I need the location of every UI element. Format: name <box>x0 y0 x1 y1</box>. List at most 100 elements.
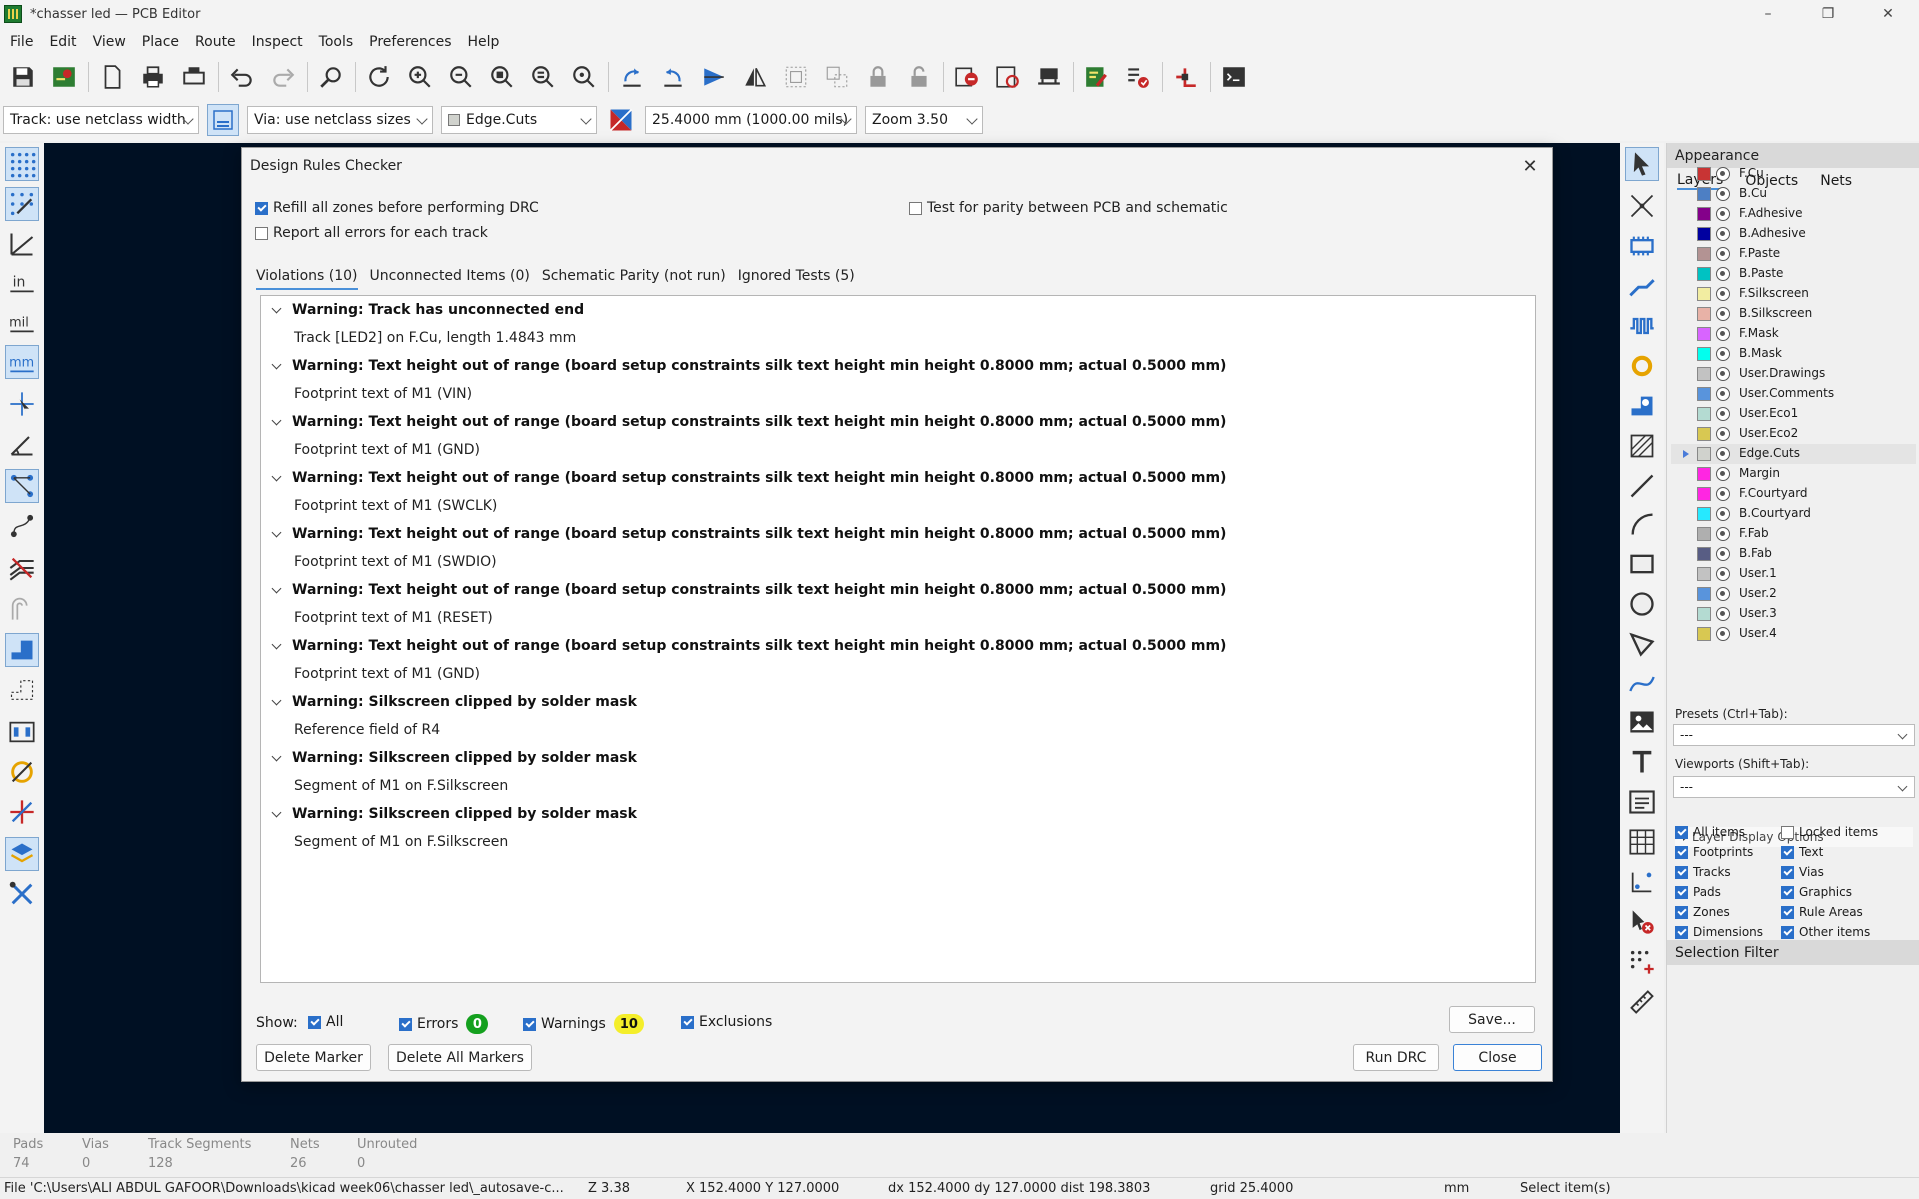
minimize-button[interactable]: – <box>1745 0 1791 28</box>
board-setup-icon[interactable] <box>47 60 81 94</box>
layer-pair-icon[interactable] <box>605 104 637 136</box>
layer-color-swatch[interactable] <box>1697 367 1711 381</box>
vias-display-icon[interactable] <box>5 755 39 789</box>
visibility-eye-icon[interactable] <box>1716 187 1730 201</box>
layer-row[interactable]: B.Silkscreen <box>1671 304 1916 324</box>
via-size-select[interactable]: Via: use netclass sizes <box>247 106 433 134</box>
checkbox[interactable] <box>1781 885 1794 899</box>
mirror-icon[interactable] <box>738 60 772 94</box>
high-contrast-icon[interactable] <box>5 795 39 829</box>
route-tuning-icon[interactable] <box>1169 60 1203 94</box>
menu-help[interactable]: Help <box>460 34 508 50</box>
visibility-eye-icon[interactable] <box>1716 387 1730 401</box>
layer-color-swatch[interactable] <box>1697 487 1711 501</box>
zoom-out-icon[interactable] <box>444 60 478 94</box>
violation-header[interactable]: Warning: Silkscreen clipped by solder ma… <box>269 750 637 766</box>
layer-row[interactable]: Margin <box>1671 464 1916 484</box>
checkbox[interactable] <box>1675 885 1688 899</box>
refresh-icon[interactable] <box>362 60 396 94</box>
layer-color-swatch[interactable] <box>1697 327 1711 341</box>
violation-item[interactable]: Footprint text of M1 (RESET) <box>294 610 493 626</box>
local-ratsnest-icon[interactable] <box>1625 189 1659 223</box>
layer-row[interactable]: User.Comments <box>1671 384 1916 404</box>
presets-select[interactable]: --- <box>1673 724 1915 746</box>
checkbox[interactable] <box>255 226 268 240</box>
dialog-close-icon[interactable]: ✕ <box>1518 154 1542 178</box>
layer-color-swatch[interactable] <box>1697 447 1711 461</box>
scripting-console-icon[interactable] <box>1217 60 1251 94</box>
layer-row[interactable]: B.Courtyard <box>1671 504 1916 524</box>
drc-icon[interactable] <box>1121 60 1155 94</box>
layer-color-swatch[interactable] <box>1697 587 1711 601</box>
draw-rectangle-icon[interactable] <box>1625 547 1659 581</box>
chevron-down-icon[interactable] <box>271 415 282 425</box>
ratsnest-icon[interactable] <box>5 469 39 503</box>
zoom-in-icon[interactable] <box>403 60 437 94</box>
checkbox[interactable] <box>1781 905 1794 919</box>
close-window-button[interactable]: ✕ <box>1865 0 1911 28</box>
page-settings-icon[interactable] <box>95 60 129 94</box>
select-arrow-icon[interactable] <box>1625 147 1659 181</box>
filter-tracks[interactable]: Tracks <box>1675 864 1731 880</box>
layer-row[interactable]: B.Paste <box>1671 264 1916 284</box>
violation-item[interactable]: Track [LED2] on F.Cu, length 1.4843 mm <box>294 330 576 346</box>
layer-color-swatch[interactable] <box>1697 187 1711 201</box>
add-rule-area-icon[interactable] <box>1625 429 1659 463</box>
violation-item[interactable]: Footprint text of M1 (SWCLK) <box>294 498 497 514</box>
checkbox[interactable] <box>1675 925 1688 939</box>
checkbox[interactable] <box>399 1017 412 1031</box>
violation-header[interactable]: Warning: Text height out of range (board… <box>269 526 1226 542</box>
visibility-eye-icon[interactable] <box>1716 527 1730 541</box>
filter-other-items[interactable]: Other items <box>1781 924 1870 940</box>
filter-text[interactable]: Text <box>1781 844 1823 860</box>
rotate-cw-icon[interactable] <box>656 60 690 94</box>
visibility-eye-icon[interactable] <box>1716 207 1730 221</box>
layer-color-swatch[interactable] <box>1697 527 1711 541</box>
layer-row[interactable]: F.Adhesive <box>1671 204 1916 224</box>
tab-violations[interactable]: Violations (10) <box>256 266 358 290</box>
zoom-fit-icon[interactable] <box>485 60 519 94</box>
grid-dots-icon[interactable] <box>5 147 39 181</box>
violation-item[interactable]: Footprint text of M1 (GND) <box>294 442 480 458</box>
menu-file[interactable]: File <box>2 34 41 50</box>
delete-marker-button[interactable]: Delete Marker <box>256 1044 371 1071</box>
add-image-icon[interactable] <box>1625 705 1659 739</box>
layer-row[interactable]: F.Mask <box>1671 324 1916 344</box>
layers-manager-icon[interactable] <box>5 837 39 871</box>
auto-track-width-icon[interactable] <box>207 104 239 136</box>
layer-color-swatch[interactable] <box>1697 247 1711 261</box>
layer-row[interactable]: B.Fab <box>1671 544 1916 564</box>
viewports-select[interactable]: --- <box>1673 776 1915 798</box>
checkbox[interactable] <box>1675 865 1688 879</box>
layer-row[interactable]: F.Cu <box>1671 164 1916 184</box>
chevron-down-icon[interactable] <box>271 527 282 537</box>
zone-fill-icon[interactable] <box>5 633 39 667</box>
measure-tool-icon[interactable] <box>1625 985 1659 1019</box>
print-icon[interactable] <box>136 60 170 94</box>
track-width-select[interactable]: Track: use netclass width <box>3 106 199 134</box>
delete-tool-icon[interactable] <box>1625 905 1659 939</box>
add-via-icon[interactable] <box>1625 349 1659 383</box>
show-all-filter[interactable]: All <box>308 1014 343 1030</box>
menu-edit[interactable]: Edit <box>41 34 84 50</box>
draw-circle-icon[interactable] <box>1625 587 1659 621</box>
tune-length-icon[interactable] <box>1625 309 1659 343</box>
run-drc-button[interactable]: Run DRC <box>1353 1044 1439 1071</box>
checkbox[interactable] <box>308 1015 321 1029</box>
visibility-eye-icon[interactable] <box>1716 307 1730 321</box>
add-dimension-icon[interactable] <box>1625 865 1659 899</box>
group-icon[interactable] <box>779 60 813 94</box>
visibility-eye-icon[interactable] <box>1716 367 1730 381</box>
footprint-editor-icon[interactable] <box>1032 60 1066 94</box>
layer-row[interactable]: B.Mask <box>1671 344 1916 364</box>
chevron-down-icon[interactable] <box>271 639 282 649</box>
zoom-objects-icon[interactable] <box>526 60 560 94</box>
layer-color-swatch[interactable] <box>1697 607 1711 621</box>
properties-icon[interactable] <box>5 877 39 911</box>
angle-snap-icon[interactable] <box>5 427 39 461</box>
show-errors-filter[interactable]: Errors 0 <box>399 1014 489 1034</box>
show-all-tracks-icon[interactable] <box>5 551 39 585</box>
lock-icon[interactable] <box>861 60 895 94</box>
layer-color-swatch[interactable] <box>1697 467 1711 481</box>
units-inches-icon[interactable]: in <box>5 265 39 299</box>
